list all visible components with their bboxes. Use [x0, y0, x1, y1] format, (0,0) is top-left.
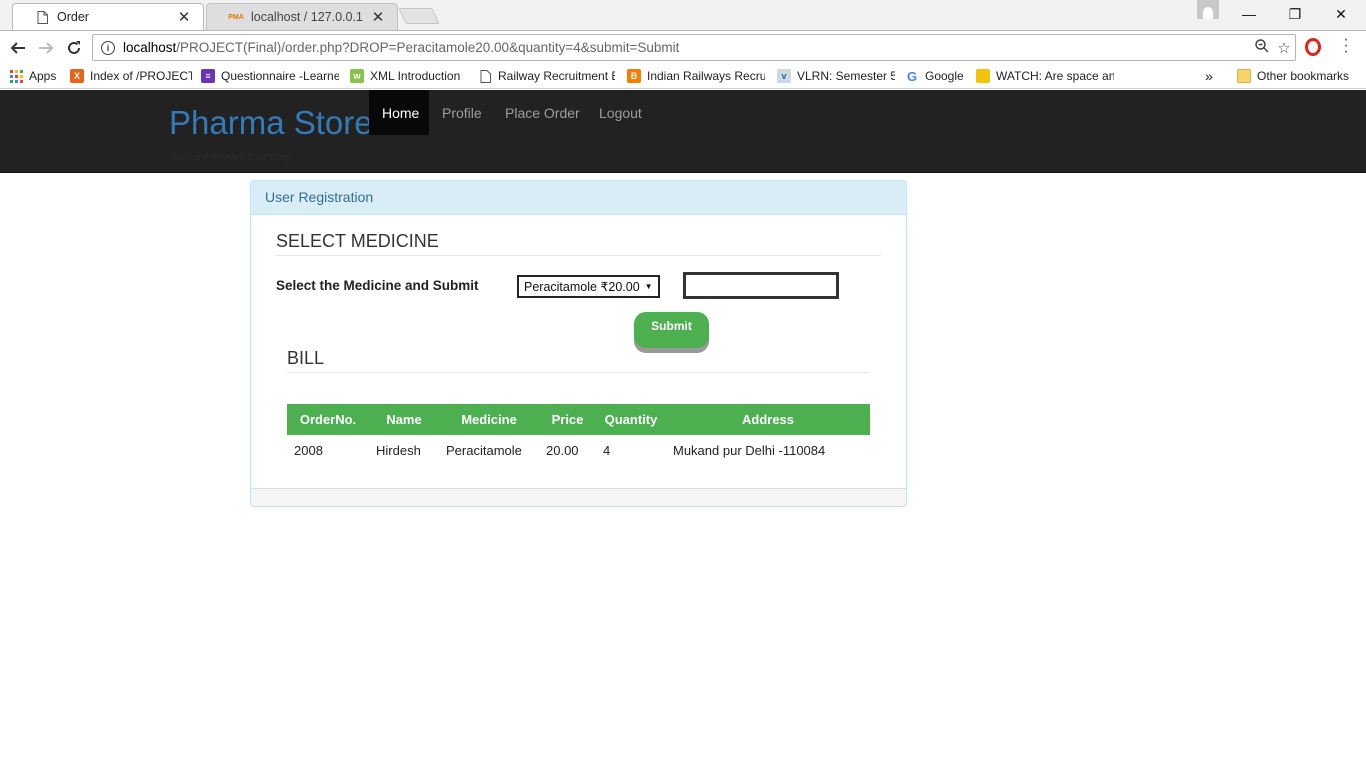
column-header-orderno: OrderNo.	[287, 404, 369, 435]
browser-menu-icon[interactable]: · · ·	[1340, 32, 1352, 60]
cell-price: 20.00	[546, 442, 579, 458]
brand-logo[interactable]: Pharma Store	[169, 104, 373, 142]
nav-home[interactable]: Home	[369, 90, 429, 135]
nav-profile[interactable]: Profile	[429, 90, 495, 135]
panel-footer	[251, 488, 906, 506]
tab-order[interactable]: Order ✕	[12, 3, 204, 30]
bookmarks-bar: Apps X Index of /PROJECT ≡ Questionnaire…	[0, 63, 1366, 89]
medicine-select[interactable]: Peracitamole ₹20.00 ▼	[517, 275, 660, 298]
vlrn-icon: v	[777, 69, 791, 83]
site-info-icon[interactable]: i	[101, 40, 115, 55]
folder-icon	[1237, 69, 1251, 83]
user-profile-icon[interactable]	[1197, 0, 1219, 19]
submit-button[interactable]: Submit	[634, 312, 709, 348]
chevron-down-icon: ▼	[644, 282, 653, 291]
medicine-select-value: Peracitamole ₹20.00	[524, 280, 640, 294]
tab-title: Order	[57, 10, 89, 24]
bookmark-railway-recruitment[interactable]: Railway Recruitment E	[478, 67, 615, 85]
address-url[interactable]: localhost/PROJECT(Final)/order.php?DROP=…	[123, 40, 1251, 55]
page-icon	[35, 10, 49, 24]
reload-icon[interactable]	[62, 36, 86, 60]
quantity-input[interactable]	[683, 272, 839, 299]
new-tab-button[interactable]	[398, 8, 440, 24]
medicine-form-label: Select the Medicine and Submit	[276, 278, 479, 293]
divider	[276, 255, 881, 256]
column-header-name: Name	[369, 404, 439, 435]
blogger-icon: B	[627, 69, 641, 83]
bookmark-google[interactable]: G Google	[905, 67, 964, 85]
bookmark-vlrn[interactable]: v VLRN: Semester 5	[777, 67, 895, 85]
tab-close-icon[interactable]: ✕	[177, 8, 191, 26]
bookmark-xml-introduction[interactable]: w XML Introduction	[350, 67, 468, 85]
forward-icon[interactable]	[34, 36, 58, 60]
panel-heading: User Registration	[251, 181, 906, 215]
tab-title: localhost / 127.0.0.1 / pr	[251, 10, 365, 24]
cell-quantity: 4	[603, 442, 611, 458]
window-close-icon[interactable]: ✕	[1318, 0, 1364, 28]
minimize-icon[interactable]: —	[1226, 0, 1272, 28]
tab-close-icon[interactable]: ✕	[371, 8, 385, 26]
w3schools-icon: w	[350, 69, 364, 83]
tab-phpmyadmin[interactable]: PMA localhost / 127.0.0.1 / pr ✕	[206, 3, 398, 30]
column-header-medicine: Medicine	[439, 404, 539, 435]
xampp-icon: X	[70, 69, 84, 83]
bill-table: OrderNo. Name Medicine Price Quantity Ad…	[287, 404, 870, 465]
apps-grid-icon	[10, 69, 23, 83]
cell-address: Mukand pur Delhi -110084	[673, 442, 826, 458]
bookmark-index-project[interactable]: X Index of /PROJECT	[70, 67, 192, 85]
bill-title: BILL	[287, 348, 325, 368]
brand-tagline: Medicine at you'r door Step	[169, 152, 291, 163]
divider	[287, 372, 870, 373]
folder-icon	[976, 69, 990, 83]
cell-orderno: 2008	[294, 442, 323, 458]
page-icon	[478, 69, 492, 83]
table-row: 2008 Hirdesh Peracitamole 20.00 4 Mukand…	[287, 435, 870, 465]
bookmark-watch-space[interactable]: WATCH: Are space an	[976, 67, 1114, 85]
list-icon: ≡	[201, 69, 215, 83]
cell-name: Hirdesh	[376, 442, 421, 458]
opera-extension-icon[interactable]	[1305, 38, 1321, 56]
google-icon: G	[906, 68, 918, 84]
nav-logout[interactable]: Logout	[586, 90, 655, 135]
phpmyadmin-icon: PMA	[228, 13, 244, 21]
site-navbar: Pharma Store Medicine at you'r door Step…	[0, 90, 1366, 173]
column-header-address: Address	[666, 404, 870, 435]
other-bookmarks[interactable]: Other bookmarks	[1237, 67, 1349, 85]
bookmark-apps[interactable]: Apps	[10, 67, 56, 85]
browser-tabstrip: Order ✕ PMA localhost / 127.0.0.1 / pr ✕…	[0, 0, 1366, 30]
column-header-quantity: Quantity	[596, 404, 666, 435]
column-header-price: Price	[539, 404, 596, 435]
zoom-icon[interactable]	[1251, 38, 1273, 57]
back-icon[interactable]	[6, 36, 30, 60]
maximize-icon[interactable]: ❐	[1272, 0, 1318, 28]
bookmarks-overflow-icon[interactable]: »	[1205, 67, 1213, 85]
table-header-row: OrderNo. Name Medicine Price Quantity Ad…	[287, 404, 870, 435]
browser-toolbar: i localhost/PROJECT(Final)/order.php?DRO…	[0, 30, 1366, 63]
select-medicine-title: SELECT MEDICINE	[276, 231, 439, 251]
bookmark-questionnaire[interactable]: ≡ Questionnaire -Learne	[201, 67, 339, 85]
bookmark-star-icon[interactable]: ☆	[1273, 39, 1295, 57]
cell-medicine: Peracitamole	[446, 442, 522, 458]
nav-place-order[interactable]: Place Order	[492, 90, 593, 135]
bookmark-indian-railways[interactable]: B Indian Railways Recru	[627, 67, 765, 85]
address-bar[interactable]: i localhost/PROJECT(Final)/order.php?DRO…	[92, 34, 1296, 61]
